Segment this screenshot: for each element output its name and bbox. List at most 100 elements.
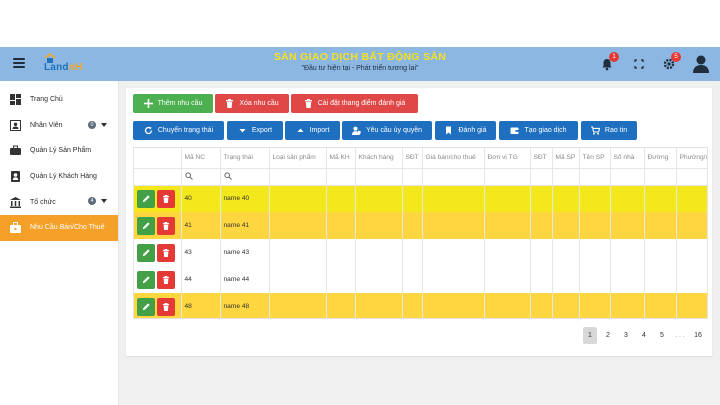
col-header[interactable]: Trạng thái (220, 148, 270, 169)
page-button-2[interactable]: 2 (601, 327, 615, 344)
bell-icon[interactable]: 1 (600, 52, 619, 71)
col-header[interactable]: Tên SP (579, 148, 611, 169)
logo-text: LandnH (44, 62, 83, 73)
bag-icon (10, 222, 21, 234)
trash-icon (162, 302, 170, 311)
bank-icon (10, 196, 21, 208)
col-header[interactable]: Phường/xã (676, 148, 707, 169)
organization-count-badge: 4 (88, 197, 96, 206)
table-row[interactable]: 40 name 40 (134, 185, 707, 212)
post-listing-button[interactable]: Rao tin (581, 121, 637, 140)
refresh-icon (144, 126, 153, 135)
filter-id-search[interactable] (181, 168, 221, 186)
plus-icon (143, 99, 153, 108)
add-need-button[interactable]: Thêm nhu cầu (133, 94, 213, 113)
cell-status: name 41 (220, 212, 270, 239)
filter-cell (269, 168, 327, 186)
cell-status: name 44 (220, 266, 270, 293)
notification-badge: 1 (609, 52, 619, 62)
delete-button[interactable] (157, 216, 175, 235)
delete-button[interactable] (157, 297, 175, 316)
search-icon (223, 171, 232, 180)
data-grid: Mã NC Trạng thái Loại sản phẩm Mã KH Khá… (133, 147, 708, 319)
fullscreen-icon[interactable] (632, 57, 646, 71)
review-button[interactable]: Đánh giá (435, 121, 496, 140)
filter-cell (579, 168, 611, 186)
col-header[interactable]: SĐT (402, 148, 423, 169)
page-button-1[interactable]: 1 (583, 327, 597, 344)
page-button-5[interactable]: 5 (655, 327, 669, 344)
change-status-button[interactable]: Chuyển trạng thái (133, 121, 224, 140)
pagination-ellipsis: . . . (675, 332, 685, 339)
sidebar-item-customers[interactable]: Quản Lý Khách Hàng (0, 164, 118, 190)
delete-button[interactable] (157, 189, 175, 208)
page-title: SÀN GIAO DỊCH BẤT ĐỘNG SẢN (273, 51, 447, 63)
cart-icon (590, 126, 600, 135)
chevron-down-icon[interactable] (101, 199, 107, 204)
col-header[interactable]: SĐT (530, 148, 553, 169)
cell-id: 43 (181, 239, 221, 266)
filter-row (134, 168, 707, 186)
delete-button[interactable] (157, 243, 175, 262)
sidebar-item-label: Trang Chủ (30, 96, 63, 104)
hamburger-menu-icon[interactable] (13, 58, 25, 68)
sidebar-item-label: Nhân Viên (30, 121, 63, 129)
cell-id: 40 (181, 185, 221, 212)
col-header[interactable]: Mã SP (552, 148, 580, 169)
cell-id: 41 (181, 212, 221, 239)
col-header[interactable]: Loại sản phẩm (269, 148, 327, 169)
col-header[interactable]: Mã NC (181, 148, 221, 169)
sidebar-item-home[interactable]: Trang Chủ (0, 87, 118, 113)
caret-down-icon (239, 129, 246, 133)
edit-button[interactable] (137, 270, 155, 289)
header-title-block: SÀN GIAO DỊCH BẤT ĐỘNG SẢN "Đầu tư hiện … (200, 51, 520, 72)
edit-button[interactable] (137, 297, 155, 316)
delete-need-button[interactable]: Xóa nhu cầu (215, 94, 289, 113)
logo[interactable]: LandnH (42, 53, 98, 75)
wallet-icon (510, 127, 519, 134)
contact-icon (11, 171, 20, 183)
edit-button[interactable] (137, 189, 155, 208)
rating-settings-button[interactable]: Cài đặt thang điểm đánh giá (291, 94, 418, 113)
table-row[interactable]: 44 name 44 (134, 266, 707, 293)
pencil-icon (142, 222, 150, 230)
settings-badge: 5 (671, 52, 681, 62)
user-shield-icon (351, 126, 361, 135)
gear-icon[interactable]: 5 (662, 52, 681, 71)
user-avatar-icon[interactable] (692, 54, 710, 74)
sidebar-item-sale-rent-needs[interactable]: Nhu Cầu Bán/Cho Thuê (0, 214, 118, 241)
col-header[interactable]: Giá bán/cho thuê (422, 148, 485, 169)
cell-id: 48 (181, 293, 221, 318)
chevron-down-icon[interactable] (101, 122, 107, 127)
page-button-last[interactable]: 16 (690, 327, 706, 344)
table-row[interactable]: 43 name 43 (134, 239, 707, 266)
col-header[interactable]: Đơn vị TG (484, 148, 531, 169)
filter-cell (422, 168, 485, 186)
filter-status-search[interactable] (220, 168, 270, 186)
pencil-icon (142, 303, 150, 311)
export-button[interactable]: Export (227, 121, 283, 140)
authorize-request-button[interactable]: Yêu cầu ủy quyền (342, 121, 432, 140)
col-header[interactable]: Số nhà (610, 148, 645, 169)
create-deal-button[interactable]: Tạo giao dịch (499, 121, 578, 140)
col-header[interactable]: Đường (644, 148, 677, 169)
table-row[interactable]: 41 name 41 (134, 212, 707, 239)
page-button-4[interactable]: 4 (637, 327, 651, 344)
page-subtitle: "Đầu tư hiện tại - Phát triển tương lai" (301, 65, 419, 72)
trash-icon (162, 248, 170, 257)
sidebar-item-employees[interactable]: Nhân Viên 0 (0, 113, 118, 139)
import-button[interactable]: Import (285, 121, 340, 140)
sidebar-item-organization[interactable]: Tổ chức 4 (0, 189, 118, 215)
table-row[interactable]: 48 name 48 (134, 293, 707, 318)
edit-button[interactable] (137, 243, 155, 262)
trash-icon (304, 99, 312, 108)
row-actions (137, 189, 180, 208)
col-header[interactable]: Mã KH (326, 148, 356, 169)
sidebar-item-products[interactable]: Quản Lý Sản Phẩm (0, 138, 118, 164)
row-actions (137, 270, 180, 289)
page-button-3[interactable]: 3 (619, 327, 633, 344)
col-header[interactable]: Khách hàng (355, 148, 403, 169)
delete-button[interactable] (157, 270, 175, 289)
edit-button[interactable] (137, 216, 155, 235)
caret-up-icon (297, 128, 304, 132)
